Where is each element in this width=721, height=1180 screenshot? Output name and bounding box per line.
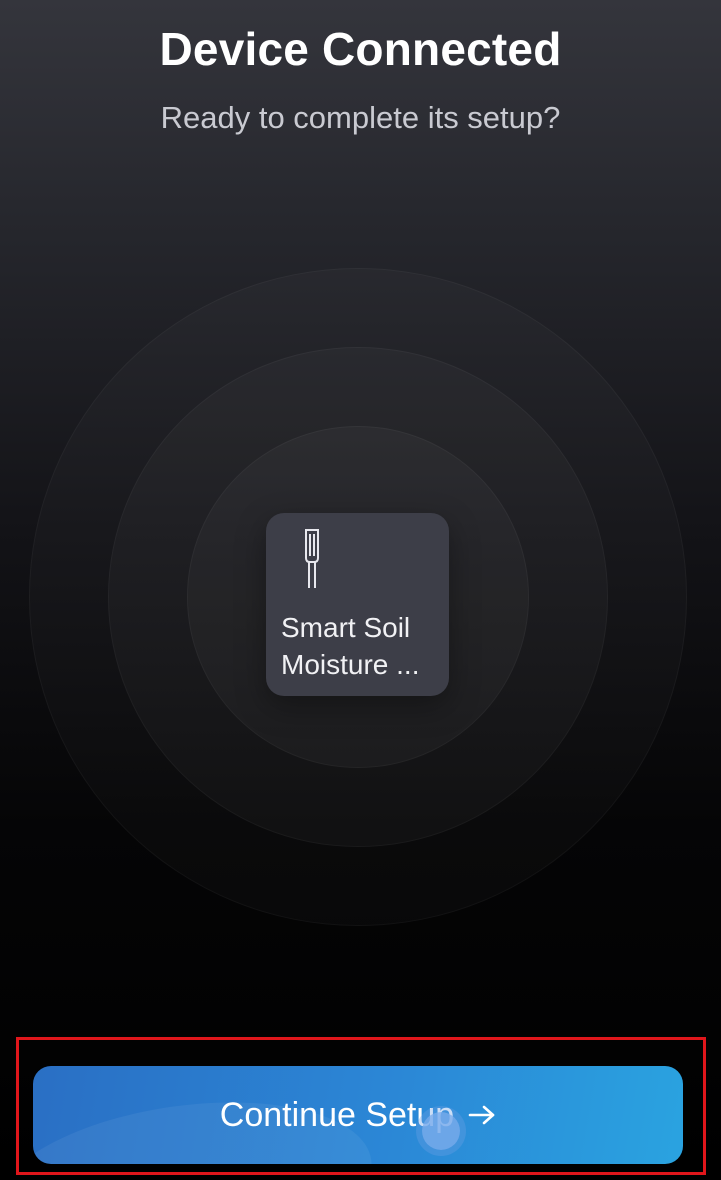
page-subtitle: Ready to complete its setup?	[160, 100, 561, 135]
arrow-right-icon	[468, 1105, 495, 1125]
soil-probe-icon	[305, 529, 319, 588]
device-name: Smart Soil Moisture ...	[281, 612, 420, 680]
continue-setup-button[interactable]: Continue Setup	[33, 1066, 683, 1164]
touch-indicator	[422, 1112, 460, 1150]
page-title: Device Connected	[159, 23, 562, 75]
continue-setup-label: Continue Setup	[219, 1095, 455, 1134]
device-connected-screen: Device Connected Ready to complete its s…	[0, 0, 721, 1180]
